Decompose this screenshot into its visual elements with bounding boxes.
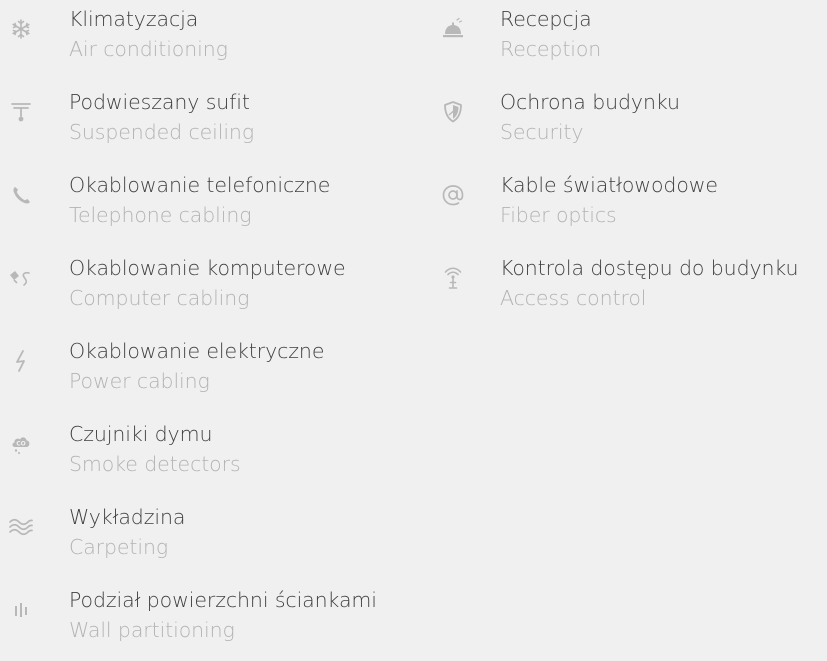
reception-bell-icon [438,14,468,44]
smoke-detector-icon: CO [6,429,36,459]
network-cable-icon [6,263,36,293]
lightning-icon [6,346,36,376]
item-title: Recepcja [500,7,592,31]
item-subtitle: Wall partitioning [69,618,235,642]
item-title: Kable światłowodowe [500,173,718,197]
ceiling-lamp-icon [6,97,36,127]
item-subtitle: Fiber optics [500,203,617,227]
item-subtitle: Access control [500,286,647,310]
item-subtitle: Computer cabling [69,286,250,310]
item-title: Okablowanie elektryczne [69,339,325,363]
item-subtitle: Suspended ceiling [69,120,255,144]
item-subtitle: Security [500,120,584,144]
at-sign-icon [438,180,468,210]
item-subtitle: Power cabling [69,369,210,393]
item-subtitle: Smoke detectors [69,452,241,476]
shield-icon [438,97,468,127]
item-title: Wykładzina [69,505,186,529]
waves-icon [6,512,36,542]
item-title: Okablowanie telefoniczne [69,173,331,197]
item-subtitle: Air conditioning [69,37,228,61]
item-subtitle: Carpeting [69,535,169,559]
item-subtitle: Telephone cabling [69,203,252,227]
antenna-icon [438,263,468,293]
phone-icon [6,180,36,210]
item-title: Klimatyzacja [69,7,199,31]
item-subtitle: Reception [500,37,602,61]
item-title: Podział powierzchni ściankami [69,588,377,612]
item-title: Kontrola dostępu do budynku [500,256,799,280]
item-title: Okablowanie komputerowe [69,256,346,280]
item-title: Ochrona budynku [500,90,680,114]
item-title: Czujniki dymu [69,422,213,446]
svg-text:CO: CO [16,441,26,448]
item-title: Podwieszany sufit [69,90,250,114]
snowflake-icon [6,14,36,44]
partition-icon [6,595,36,625]
